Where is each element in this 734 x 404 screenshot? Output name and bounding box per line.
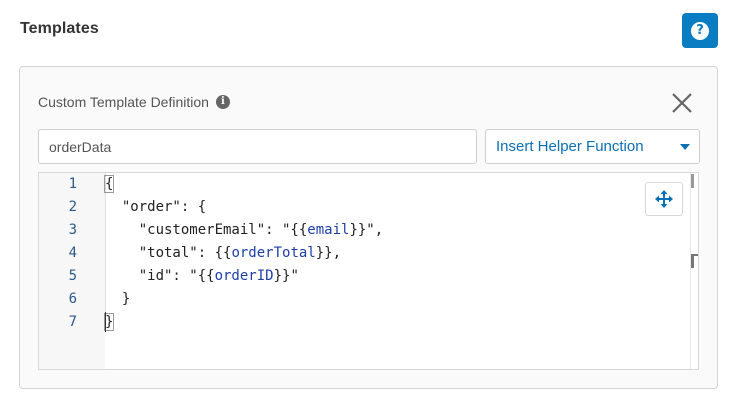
line-number: 2 (68, 199, 77, 215)
code-token: "total": {{ (105, 245, 232, 261)
template-name-input[interactable] (38, 129, 477, 164)
move-arrows-icon (655, 190, 673, 208)
code-token: } (103, 313, 115, 331)
scrollbar-marker (691, 254, 698, 268)
code-token: "order": { (105, 199, 207, 215)
line-number: 7 (68, 314, 77, 330)
panel-header: Custom Template Definition i (38, 94, 230, 110)
scrollbar-marker (691, 174, 694, 188)
line-number-gutter: 1 2 3 4 5 6 7 (39, 173, 105, 369)
custom-template-panel: Custom Template Definition i Insert Help… (19, 66, 718, 389)
code-token: } (105, 291, 131, 307)
code-token: }}, (315, 245, 342, 261)
line-number: 4 (68, 245, 77, 261)
close-icon (672, 93, 692, 113)
line-number: 3 (68, 222, 77, 238)
code-token: "id": "{{ (105, 268, 215, 284)
insert-helper-function-dropdown[interactable]: Insert Helper Function (485, 129, 700, 164)
code-line: "id": "{{orderID}}" (105, 265, 299, 288)
code-line: } (105, 288, 130, 311)
line-number: 5 (68, 268, 77, 284)
code-token: }}", (349, 222, 384, 238)
line-number: 1 (68, 176, 77, 192)
close-button[interactable] (668, 89, 696, 117)
template-variable: email (307, 222, 350, 238)
code-token: }}" (273, 268, 299, 284)
code-line: { (103, 173, 115, 196)
code-editor[interactable]: 1 2 3 4 5 6 7 { "order": { "customerEmail": "{… (38, 172, 699, 370)
code-line: } (103, 311, 115, 334)
template-variable: orderTotal (231, 245, 316, 261)
panel-title: Custom Template Definition (38, 94, 209, 110)
help-button[interactable]: ? (682, 13, 718, 48)
code-token: { (103, 175, 115, 193)
info-icon[interactable]: i (215, 95, 230, 109)
expand-editor-button[interactable] (645, 182, 683, 216)
editor-scrollbar[interactable] (690, 173, 698, 369)
line-number: 6 (68, 291, 77, 307)
code-line: "customerEmail": "{{email}}", (105, 219, 383, 242)
page-title: Templates (20, 20, 99, 37)
question-icon: ? (691, 21, 709, 40)
code-line: "total": {{orderTotal}}, (105, 242, 341, 265)
text-cursor (105, 312, 106, 332)
insert-helper-function-label: Insert Helper Function (496, 138, 644, 155)
code-line: "order": { (105, 196, 206, 219)
template-variable: orderID (214, 268, 274, 284)
code-token: "customerEmail": "{{ (105, 222, 308, 238)
caret-down-icon (680, 144, 690, 150)
